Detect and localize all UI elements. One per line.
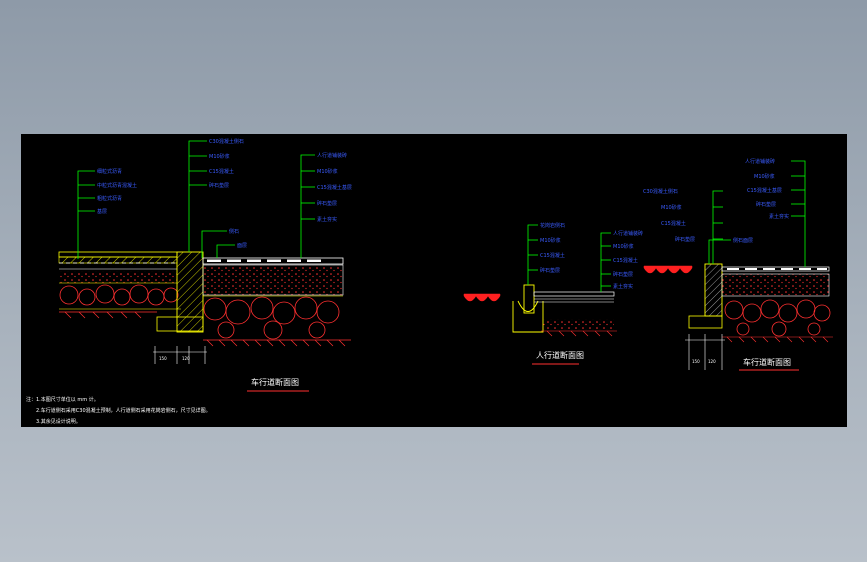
svg-text:人行道铺装砖: 人行道铺装砖	[613, 230, 643, 237]
svg-text:碎石垫层: 碎石垫层	[209, 182, 229, 189]
svg-text:人行道铺装砖: 人行道铺装砖	[317, 152, 347, 159]
svg-text:粗粒式沥青: 粗粒式沥青	[97, 195, 122, 202]
svg-text:素土夯实: 素土夯实	[317, 216, 337, 223]
svg-text:C15混凝土: C15混凝土	[209, 168, 234, 175]
svg-text:150: 150	[159, 356, 167, 361]
svg-text:碎石垫层: 碎石垫层	[540, 267, 560, 274]
cad-drawing-canvas: 150 120 细粒式沥青中粒式沥青混凝土 粗粒式沥青基层 C30混凝土侧石 M1…	[21, 134, 847, 427]
svg-text:基层: 基层	[97, 208, 107, 215]
svg-text:花岗岩侧石: 花岗岩侧石	[540, 222, 565, 229]
notes-block: 注：1.本图尺寸单位以 mm 计。 2.车行道侧石采用C30混凝土预制，人行道侧…	[26, 396, 211, 425]
svg-text:M10砂浆: M10砂浆	[613, 243, 634, 250]
svg-text:中粒式沥青混凝土: 中粒式沥青混凝土	[97, 182, 137, 189]
svg-text:侧石面层: 侧石面层	[733, 237, 753, 244]
left-section-title: 车行道断面图	[251, 377, 299, 387]
note-line-1: 注：1.本图尺寸单位以 mm 计。	[26, 396, 99, 403]
svg-text:碎石垫层: 碎石垫层	[756, 201, 776, 208]
middle-section-title: 人行道断面图	[536, 350, 584, 360]
right-section-title: 车行道断面图	[743, 357, 791, 367]
svg-text:C15混凝土: C15混凝土	[540, 252, 565, 259]
svg-text:碎石垫层: 碎石垫层	[317, 200, 337, 207]
svg-text:素土夯实: 素土夯实	[769, 213, 789, 220]
svg-text:C15混凝土基层: C15混凝土基层	[317, 184, 352, 191]
note-line-2: 2.车行道侧石采用C30混凝土预制，人行道侧石采用花岗岩侧石，尺寸见详图。	[36, 407, 211, 414]
svg-text:素土夯实: 素土夯实	[613, 283, 633, 290]
svg-text:M10砂浆: M10砂浆	[661, 204, 682, 211]
cad-drawing-svg: 150 120 细粒式沥青中粒式沥青混凝土 粗粒式沥青基层 C30混凝土侧石 M1…	[26, 138, 833, 425]
svg-text:C30混凝土侧石: C30混凝土侧石	[643, 188, 678, 195]
svg-text:M10砂浆: M10砂浆	[209, 153, 230, 160]
svg-text:120: 120	[182, 356, 190, 361]
svg-text:C30混凝土侧石: C30混凝土侧石	[209, 138, 244, 145]
svg-text:碎石垫层: 碎石垫层	[613, 271, 633, 278]
svg-text:C15混凝土: C15混凝土	[661, 220, 686, 227]
right-section: 150 120 C30混凝土侧石M10砂浆 C15混凝土碎石垫层 人行道铺装砖M…	[643, 158, 833, 371]
svg-text:C15混凝土基层: C15混凝土基层	[747, 187, 782, 194]
left-section: 150 120 细粒式沥青中粒式沥青混凝土 粗粒式沥青基层 C30混凝土侧石 M1…	[58, 138, 352, 392]
svg-text:M10砂浆: M10砂浆	[754, 173, 775, 180]
svg-text:碎石垫层: 碎石垫层	[675, 236, 695, 243]
svg-text:人行道铺装砖: 人行道铺装砖	[745, 158, 775, 165]
svg-text:细粒式沥青: 细粒式沥青	[97, 168, 122, 175]
svg-text:C15混凝土: C15混凝土	[613, 257, 638, 264]
note-line-3: 3.其余见设计说明。	[36, 418, 81, 425]
svg-text:M10砂浆: M10砂浆	[540, 237, 561, 244]
svg-text:侧石: 侧石	[229, 228, 239, 235]
middle-section: 花岗岩侧石M10砂浆 C15混凝土碎石垫层 人行道铺装砖M10砂浆 C15混凝土…	[463, 222, 643, 365]
svg-text:M10砂浆: M10砂浆	[317, 168, 338, 175]
svg-text:面层: 面层	[237, 243, 247, 249]
svg-text:150: 150	[692, 359, 700, 364]
svg-text:120: 120	[708, 359, 716, 364]
